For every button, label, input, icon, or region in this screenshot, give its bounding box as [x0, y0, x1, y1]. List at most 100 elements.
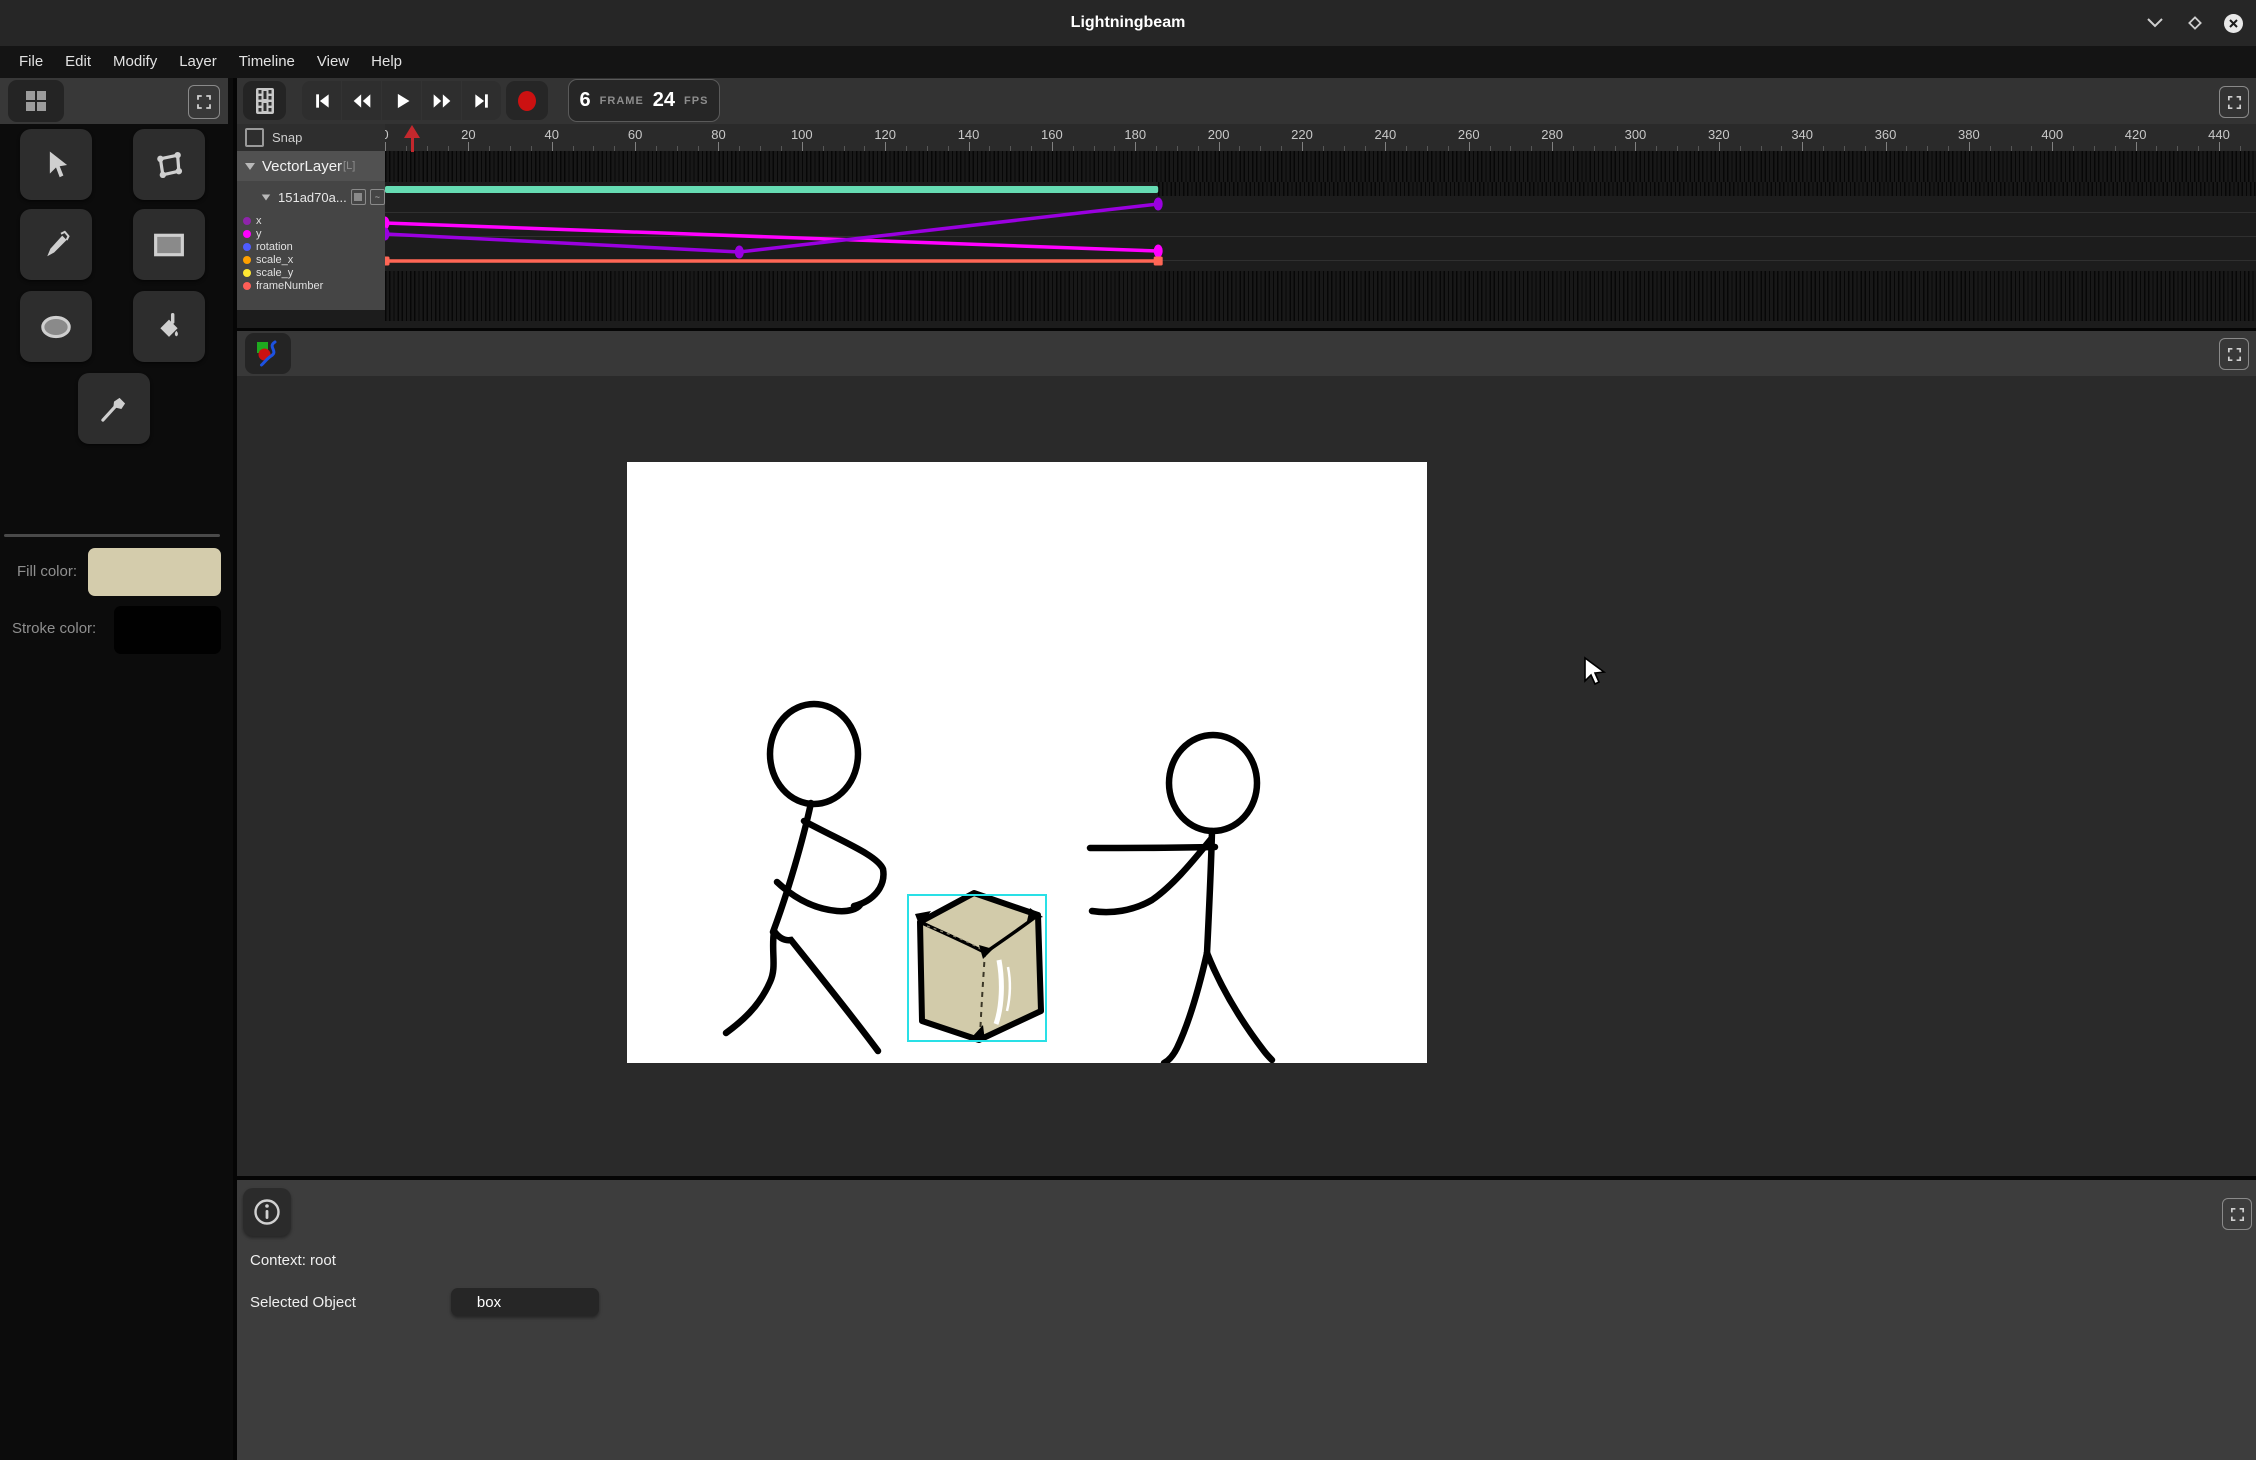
rectangle-icon — [152, 231, 186, 259]
property-row-x[interactable]: x — [237, 214, 385, 227]
keyframe-toggle-button[interactable] — [351, 189, 366, 205]
fill-color-swatch[interactable] — [88, 548, 221, 596]
ruler-tick — [385, 142, 386, 151]
stroke-color-swatch[interactable] — [114, 606, 221, 654]
select-tool-button[interactable] — [20, 129, 92, 200]
keyframe-dot-frameNumber[interactable] — [385, 257, 390, 266]
ruler-tick-label: 300 — [1615, 127, 1655, 142]
frame-number-value: 6 — [580, 89, 591, 112]
pencil-tool-button[interactable] — [20, 209, 92, 280]
selected-object-value[interactable]: box — [451, 1288, 599, 1316]
rewind-icon — [351, 91, 373, 111]
property-label: scale_x — [256, 254, 293, 266]
paint-bucket-tool-button[interactable] — [133, 291, 205, 362]
ruler-tick — [2052, 142, 2053, 151]
info-button[interactable] — [243, 1188, 291, 1236]
ruler-tick — [635, 142, 636, 151]
property-row-rotation[interactable]: rotation — [237, 240, 385, 253]
inspector-fullscreen-button[interactable] — [2222, 1198, 2252, 1230]
canvas-fullscreen-button[interactable] — [2219, 338, 2249, 370]
property-row-scale_y[interactable]: scale_y — [237, 266, 385, 279]
menu-file[interactable]: File — [8, 46, 54, 78]
menu-edit[interactable]: Edit — [54, 46, 102, 78]
skip-to-start-button[interactable] — [302, 81, 341, 120]
timeline-panel: 6 FRAME 24 FPS Snap 02040608010012014016… — [237, 78, 2256, 328]
rewind-button[interactable] — [342, 81, 381, 120]
menu-layer[interactable]: Layer — [168, 46, 228, 78]
property-color-dot — [243, 269, 251, 277]
keyframe-dot-x[interactable] — [385, 228, 390, 241]
ruler-tick-label: 20 — [448, 127, 488, 142]
canvas-header — [237, 331, 2256, 376]
layer-column: VectorLayer [L] 151ad70a... ~ xyrotation… — [237, 151, 385, 310]
snap-checkbox[interactable] — [245, 128, 264, 147]
ruler-tick — [1886, 142, 1887, 151]
property-color-dot — [243, 230, 251, 238]
curves-svg[interactable] — [385, 151, 2256, 328]
shapes-logo-button[interactable] — [245, 333, 291, 374]
shapes-logo-icon — [255, 340, 281, 368]
record-button[interactable] — [506, 81, 548, 120]
context-label: Context: root — [250, 1252, 336, 1269]
keyframe-span-bar[interactable] — [385, 186, 1158, 193]
play-button[interactable] — [382, 81, 421, 120]
property-list: xyrotationscale_xscale_yframeNumber — [237, 214, 385, 292]
close-icon[interactable] — [2222, 12, 2244, 34]
keyframe-dot-y[interactable] — [385, 217, 390, 230]
playhead[interactable] — [404, 125, 420, 152]
keyframe-dot-y[interactable] — [1154, 245, 1163, 258]
title-bar: Lightningbeam — [0, 0, 2256, 47]
timeline-fullscreen-button[interactable] — [2219, 86, 2249, 118]
stage[interactable] — [627, 462, 1427, 1063]
pencil-icon — [41, 230, 71, 260]
ellipse-tool-button[interactable] — [20, 291, 92, 362]
skip-to-end-button[interactable] — [462, 81, 501, 120]
tween-button[interactable]: ~ — [370, 189, 385, 205]
ruler-tick-label: 440 — [2199, 127, 2239, 142]
ruler[interactable]: 0204060801001201401601802002202402602803… — [385, 124, 2256, 151]
property-row-frameNumber[interactable]: frameNumber — [237, 279, 385, 292]
keyframe-dot-x[interactable] — [1154, 198, 1163, 211]
layer-row-vectorlayer[interactable]: VectorLayer [L] — [237, 151, 385, 181]
property-label: y — [256, 228, 262, 240]
toolbox-fullscreen-button[interactable] — [188, 85, 220, 119]
toolbox-divider — [4, 534, 220, 537]
selected-object-label: Selected Object — [250, 1294, 356, 1311]
fullscreen-icon — [2229, 1206, 2246, 1223]
minimize-icon[interactable] — [2144, 12, 2166, 34]
property-row-scale_x[interactable]: scale_x — [237, 253, 385, 266]
box-object[interactable] — [908, 893, 1046, 1041]
rectangle-tool-button[interactable] — [133, 209, 205, 280]
menu-help[interactable]: Help — [360, 46, 413, 78]
transform-tool-button[interactable] — [133, 129, 205, 200]
fullscreen-icon — [2226, 94, 2243, 111]
maximize-icon[interactable] — [2184, 12, 2206, 34]
ruler-tick — [1385, 142, 1386, 151]
record-icon — [516, 89, 538, 113]
menu-timeline[interactable]: Timeline — [228, 46, 306, 78]
keyframe-dot-frameNumber[interactable] — [1154, 257, 1163, 266]
mouse-cursor — [1582, 656, 1606, 686]
menu-view[interactable]: View — [306, 46, 360, 78]
panel-grid-button[interactable] — [8, 80, 64, 122]
frame-counter[interactable]: 6 FRAME 24 FPS — [568, 79, 720, 122]
layer-name: VectorLayer — [262, 158, 342, 175]
eyedropper-tool-button[interactable] — [78, 373, 150, 444]
fast-forward-button[interactable] — [422, 81, 461, 120]
ruler-tick-label: 60 — [615, 127, 655, 142]
stick-figure-right[interactable] — [1090, 735, 1272, 1063]
timeline-toolbar: 6 FRAME 24 FPS — [237, 78, 2256, 124]
ruler-tick — [1052, 142, 1053, 151]
keyframe-dot-x[interactable] — [735, 246, 744, 259]
layer-badge: [L] — [343, 160, 355, 172]
ruler-tick-label: 260 — [1449, 127, 1489, 142]
property-row-y[interactable]: y — [237, 227, 385, 240]
collapse-triangle-icon[interactable] — [262, 194, 271, 200]
sublayer-row[interactable]: 151ad70a... ~ — [237, 184, 385, 210]
film-button[interactable] — [243, 81, 286, 120]
collapse-triangle-icon[interactable] — [245, 163, 255, 170]
ruler-tick-label: 100 — [782, 127, 822, 142]
eyedropper-icon — [98, 393, 130, 425]
stick-figure-left[interactable] — [726, 704, 883, 1051]
menu-modify[interactable]: Modify — [102, 46, 168, 78]
